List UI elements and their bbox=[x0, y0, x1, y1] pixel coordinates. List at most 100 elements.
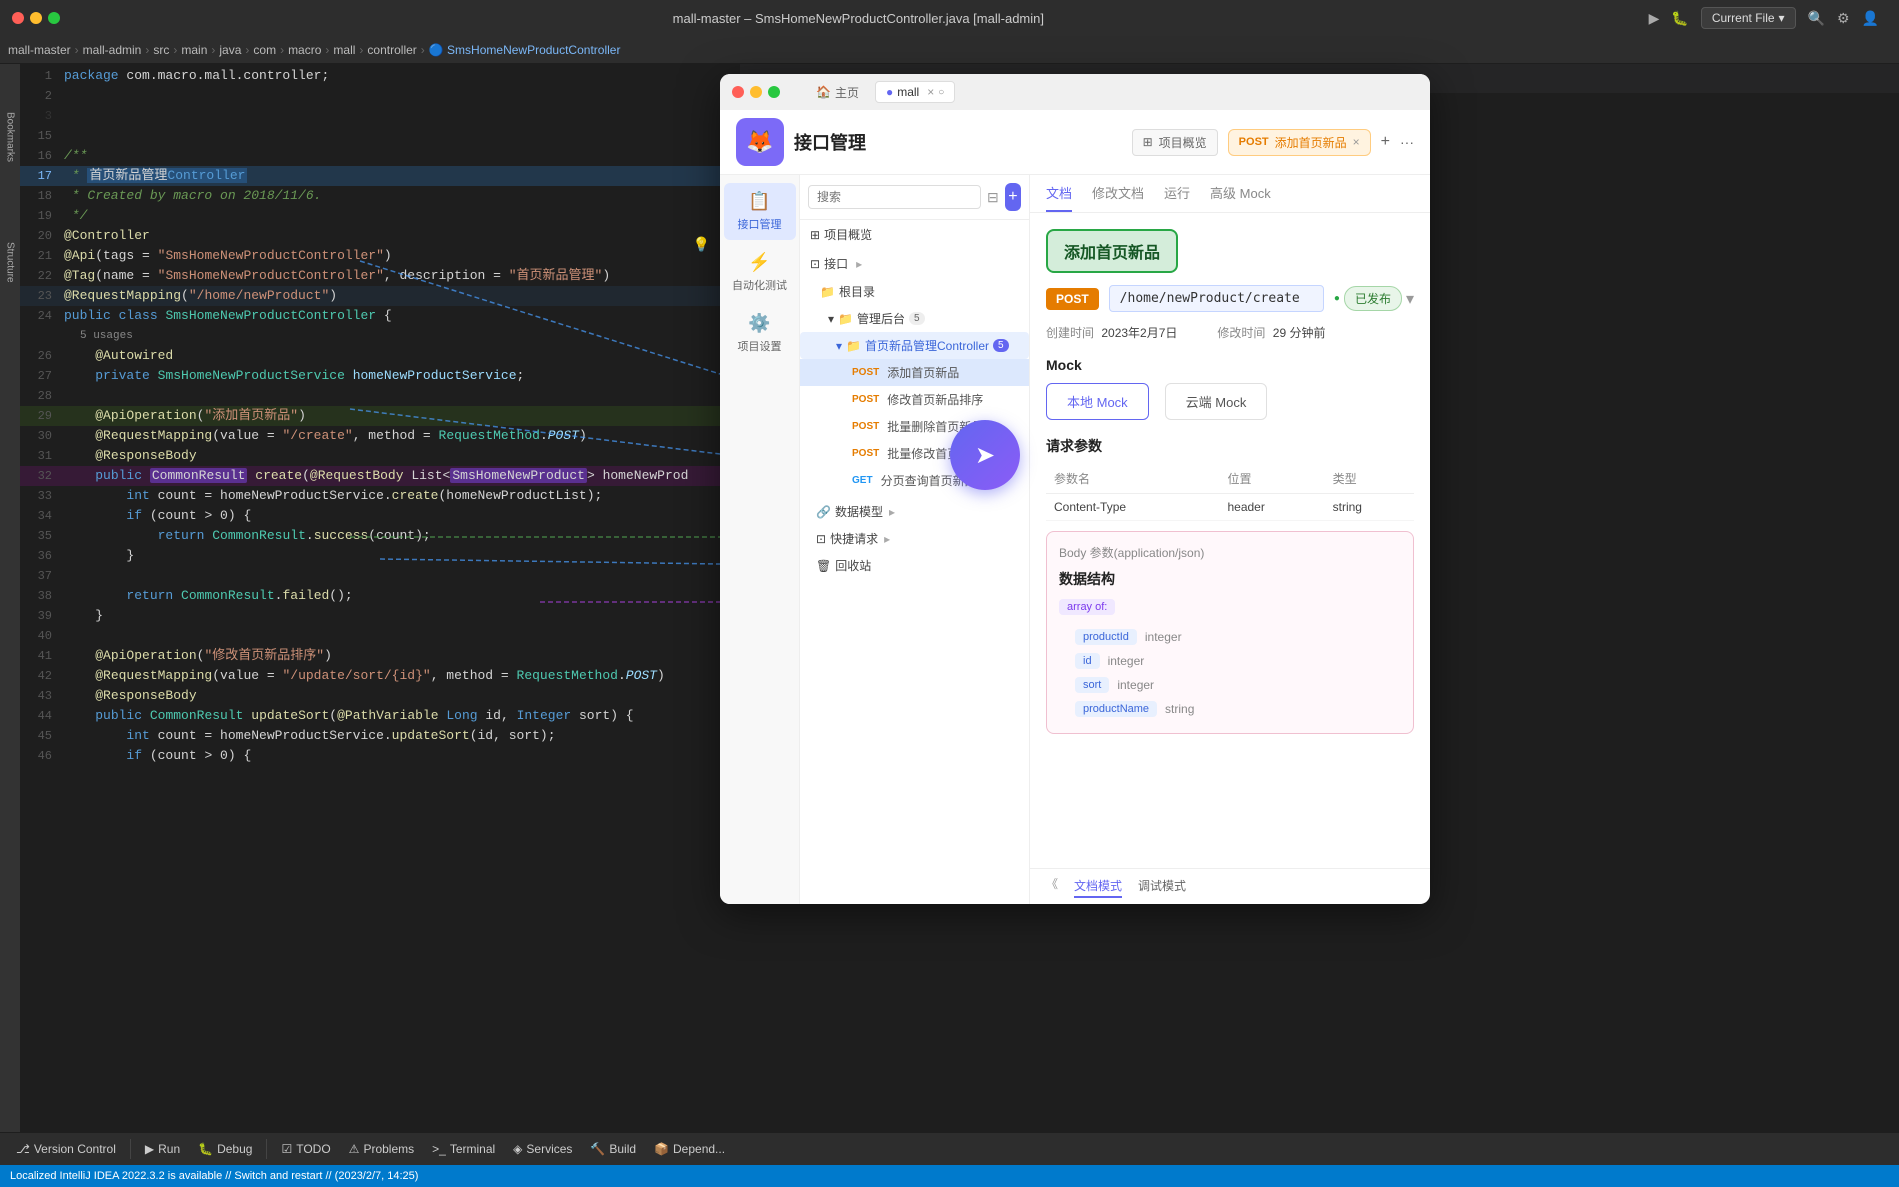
field-type-productId: integer bbox=[1145, 630, 1182, 644]
code-line-34: 34 if (count > 0) { bbox=[20, 506, 720, 526]
tab-advanced-mock[interactable]: 高级 Mock bbox=[1210, 175, 1271, 212]
breadcrumb-mall[interactable]: mall bbox=[333, 43, 355, 57]
folder-root-icon: 📁 bbox=[820, 285, 835, 299]
search-icon[interactable]: 🔍 bbox=[1808, 10, 1825, 27]
breadcrumb-macro[interactable]: macro bbox=[288, 43, 321, 57]
minimize-button[interactable] bbox=[30, 12, 42, 24]
tree-api-section[interactable]: ⊡ 接口 ▸ bbox=[800, 249, 1029, 278]
code-line-33: 33 int count = homeNewProductService.cre… bbox=[20, 486, 720, 506]
array-of-badge: array of: bbox=[1059, 599, 1115, 615]
breadcrumb-mall-admin[interactable]: mall-admin bbox=[83, 43, 142, 57]
params-table: 参数名 位置 类型 Content-Type header string bbox=[1046, 464, 1414, 521]
tree-management-folder[interactable]: ▾ 📁 管理后台 5 bbox=[800, 305, 1029, 332]
services-button[interactable]: ◈ Services bbox=[505, 1138, 580, 1160]
api-maximize-button[interactable] bbox=[768, 86, 780, 98]
breadcrumb-com[interactable]: com bbox=[253, 43, 276, 57]
breadcrumb-mall-master[interactable]: mall-master bbox=[8, 43, 71, 57]
tree-item-add[interactable]: POST 添加首页新品 bbox=[800, 359, 1029, 386]
tab-run[interactable]: 运行 bbox=[1164, 175, 1190, 212]
tree-quick-request[interactable]: ⊡ 快捷请求 ▸ bbox=[800, 525, 1029, 552]
mock-title: Mock bbox=[1046, 357, 1414, 373]
field-type-id: integer bbox=[1108, 654, 1145, 668]
maximize-button[interactable] bbox=[48, 12, 60, 24]
tree-item-sort[interactable]: POST 修改首页新品排序 bbox=[800, 386, 1029, 413]
api-detail-body: 添加首页新品 POST /home/newProduct/create ● 已发… bbox=[1030, 213, 1430, 868]
tree-data-model[interactable]: 🔗 数据模型 ▸ bbox=[800, 498, 1029, 525]
bottom-toolbar: ⎇ Version Control ▶ Run 🐛 Debug ☑ TODO ⚠… bbox=[0, 1132, 1899, 1165]
breadcrumb-controller[interactable]: controller bbox=[367, 43, 416, 57]
code-line-18: 18 * Created by macro on 2018/11/6. bbox=[20, 186, 720, 206]
field-name-productName: productName bbox=[1075, 701, 1157, 717]
add-api-button[interactable]: + bbox=[1005, 183, 1021, 211]
api-current-tab[interactable]: POST 添加首页新品 × bbox=[1228, 129, 1371, 156]
breadcrumb-file[interactable]: 🔵 SmsHomeNewProductController bbox=[429, 43, 621, 57]
run-toolbar-button[interactable]: ▶ Run bbox=[137, 1138, 188, 1160]
method-post-badge-2: POST bbox=[848, 393, 883, 406]
filter-icon[interactable]: ⊟ bbox=[987, 189, 999, 206]
cloud-mock-button[interactable]: 云端 Mock bbox=[1165, 383, 1268, 420]
close-button[interactable] bbox=[12, 12, 24, 24]
tree-project-overview[interactable]: ⊞ 项目概览 bbox=[800, 220, 1029, 249]
api-tree-scrollable: ⊞ 项目概览 ⊡ 接口 ▸ 📁 根目录 bbox=[800, 220, 1029, 904]
tree-controller-folder[interactable]: ▾ 📁 首页新品管理Controller 5 bbox=[800, 332, 1029, 359]
profile-icon[interactable]: 👤 bbox=[1862, 10, 1879, 27]
breadcrumb-java[interactable]: java bbox=[219, 43, 241, 57]
version-control-button[interactable]: ⎇ Version Control bbox=[8, 1138, 124, 1160]
float-action-button[interactable]: ➤ bbox=[950, 420, 1020, 490]
code-line-21: 21 @Api(tags = "SmsHomeNewProductControl… bbox=[20, 246, 720, 266]
code-lines: 1 package com.macro.mall.controller; 2 3… bbox=[20, 64, 720, 766]
depend-button[interactable]: 📦 Depend... bbox=[646, 1138, 733, 1160]
chevron-down-status[interactable]: ▾ bbox=[1406, 289, 1414, 309]
api-current-tab-label: 添加首页新品 bbox=[1275, 134, 1347, 151]
api-minimize-button[interactable] bbox=[750, 86, 762, 98]
build-button[interactable]: 🔨 Build bbox=[582, 1138, 644, 1160]
terminal-button[interactable]: >_ Terminal bbox=[424, 1138, 503, 1160]
sidebar-item-settings[interactable]: ⚙️ 项目设置 bbox=[724, 305, 796, 362]
api-tab-mall-close[interactable]: × bbox=[927, 85, 934, 99]
tab-edit-doc[interactable]: 修改文档 bbox=[1092, 175, 1144, 212]
sidebar-item-automation[interactable]: ⚡ 自动化测试 bbox=[724, 244, 796, 301]
code-line-46: 46 if (count > 0) { bbox=[20, 746, 720, 766]
settings-icon[interactable]: ⚙ bbox=[1837, 10, 1850, 27]
format-tab-doc[interactable]: 文档模式 bbox=[1074, 875, 1122, 898]
project-overview-button[interactable]: ⊞ 项目概览 bbox=[1132, 129, 1218, 156]
api-green-title-box: 添加首页新品 bbox=[1046, 229, 1178, 273]
code-editor[interactable]: 1 package com.macro.mall.controller; 2 3… bbox=[20, 64, 720, 1132]
project-icon: ⊞ bbox=[1143, 135, 1153, 149]
sidebar-item-api-management[interactable]: 📋 接口管理 bbox=[724, 183, 796, 240]
main-area: Bookmarks Structure 1 package com.macro.… bbox=[20, 64, 1899, 1132]
add-tab-button[interactable]: + bbox=[1381, 133, 1390, 151]
search-input[interactable] bbox=[808, 185, 981, 209]
controller-badge: 5 bbox=[993, 339, 1009, 352]
api-traffic-lights bbox=[732, 86, 780, 98]
breadcrumb-main[interactable]: main bbox=[181, 43, 207, 57]
code-line-40: 40 bbox=[20, 626, 720, 646]
api-tree-search-bar: ⊟ + bbox=[800, 175, 1029, 220]
format-tab-debug[interactable]: 调试模式 bbox=[1138, 875, 1186, 898]
api-current-tab-close[interactable]: × bbox=[1353, 135, 1360, 149]
run-icon[interactable]: ▶ bbox=[1649, 10, 1660, 27]
code-line-17: 17 * 首页新品管理Controller bbox=[20, 166, 720, 186]
api-tab-mall[interactable]: ● mall × ○ bbox=[875, 81, 955, 103]
debug-toolbar-button[interactable]: 🐛 Debug bbox=[190, 1138, 260, 1160]
endpoint-url[interactable]: /home/newProduct/create bbox=[1109, 285, 1324, 312]
tab-doc[interactable]: 文档 bbox=[1046, 175, 1072, 212]
code-line-39: 39 } bbox=[20, 606, 720, 626]
tree-root-folder[interactable]: 📁 根目录 bbox=[800, 278, 1029, 305]
field-row-productId: productId integer bbox=[1059, 625, 1401, 649]
col-param-type: 类型 bbox=[1325, 464, 1414, 494]
local-mock-button[interactable]: 本地 Mock bbox=[1046, 383, 1149, 420]
management-folder-icon: 📁 bbox=[838, 312, 853, 326]
chevron-down-icon-tree: ▾ bbox=[828, 312, 834, 326]
api-tab-home[interactable]: 🏠 主页 bbox=[806, 81, 869, 104]
more-button[interactable]: ··· bbox=[1400, 134, 1414, 150]
problems-button[interactable]: ⚠ Problems bbox=[341, 1138, 422, 1160]
tree-recycle-bin[interactable]: 🗑 回收站 bbox=[800, 552, 1029, 579]
debug-icon[interactable]: 🐛 bbox=[1671, 10, 1688, 27]
api-sidebar: 📋 接口管理 ⚡ 自动化测试 ⚙️ 项目设置 bbox=[720, 175, 800, 904]
api-close-button[interactable] bbox=[732, 86, 744, 98]
current-file-button[interactable]: Current File ▾ bbox=[1701, 7, 1796, 29]
todo-button[interactable]: ☑ TODO bbox=[273, 1138, 338, 1160]
breadcrumb-src[interactable]: src bbox=[153, 43, 169, 57]
lightbulb-icon[interactable]: 💡 bbox=[693, 237, 710, 254]
